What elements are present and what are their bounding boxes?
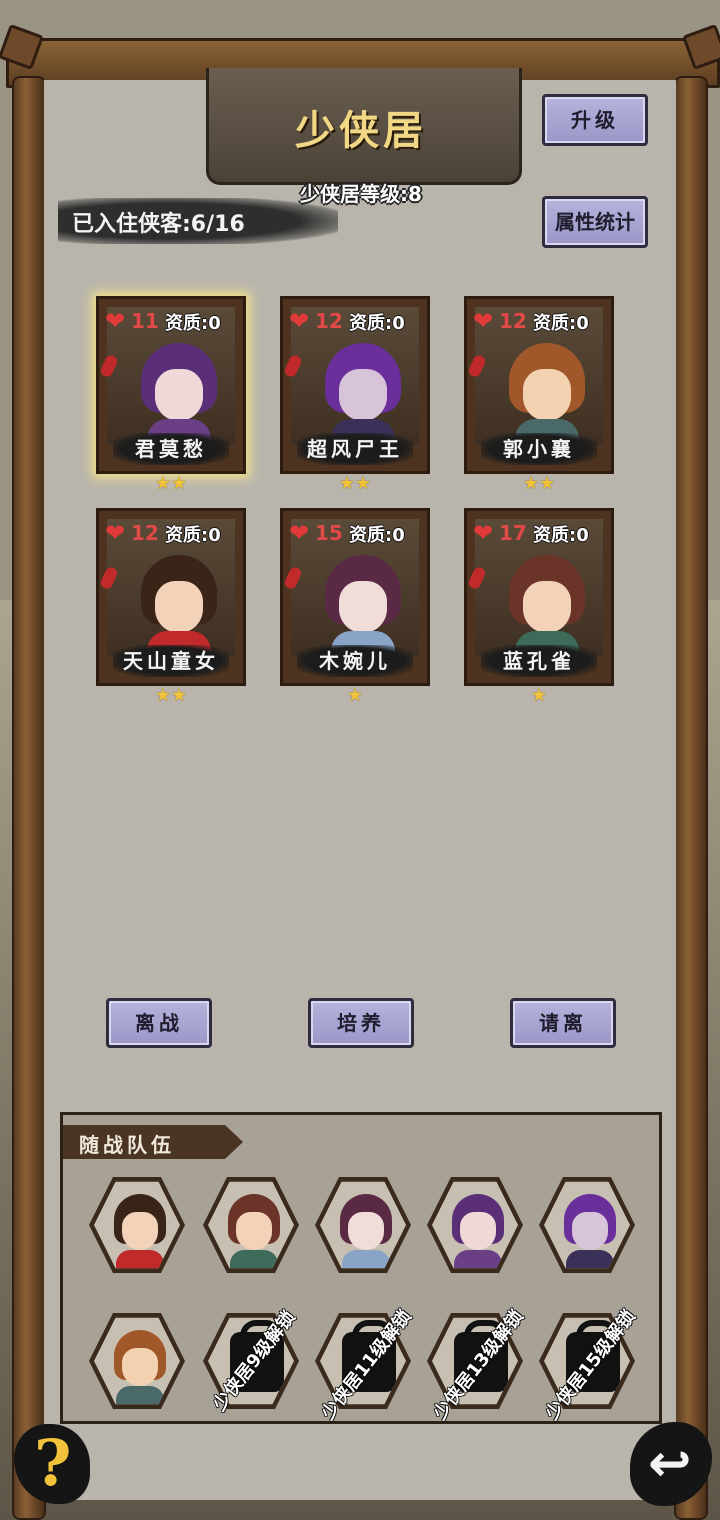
hero-aptitude: 资质:0 xyxy=(165,313,221,334)
hero-name: 郭小襄 xyxy=(503,437,575,461)
hero-name: 天山童女 xyxy=(123,649,219,673)
hero-hp: 12 xyxy=(131,521,159,545)
hero-name: 蓝孔雀 xyxy=(503,649,575,673)
hero-hp: 15 xyxy=(315,521,343,545)
hero-hp: 12 xyxy=(499,309,527,333)
hero-namebar: 超风尸王 xyxy=(297,433,413,465)
hero-face xyxy=(325,343,401,441)
hero-aptitude: 资质:0 xyxy=(165,525,221,546)
team-slot[interactable] xyxy=(89,1177,185,1273)
hero-face xyxy=(141,343,217,441)
heart-icon: ❤ xyxy=(473,519,494,547)
heart-icon: ❤ xyxy=(473,307,494,335)
hero-hp: 17 xyxy=(499,521,527,545)
heart-icon: ❤ xyxy=(105,307,126,335)
hero-namebar: 木婉儿 xyxy=(297,645,413,677)
team-panel: 随战队伍 少侠居9级解锁 少侠居11级解锁 少侠居13级解锁 少侠居15级解锁 xyxy=(60,1112,662,1424)
hero-aptitude: 资质:0 xyxy=(533,525,589,546)
hero-face xyxy=(141,555,217,653)
frame-post-left xyxy=(14,78,44,1518)
residents-count: 已入住侠客:6/16 xyxy=(72,212,245,237)
team-slot[interactable] xyxy=(427,1177,523,1273)
dismiss-button[interactable]: 请离 xyxy=(510,998,616,1048)
hero-aptitude: 资质:0 xyxy=(349,525,405,546)
hero-name: 君莫愁 xyxy=(135,437,207,461)
leave-battle-button[interactable]: 离战 xyxy=(106,998,212,1048)
hero-stars: ★★ xyxy=(154,473,188,494)
hero-stars: ★★ xyxy=(522,473,556,494)
team-slot[interactable] xyxy=(89,1313,185,1409)
hero-aptitude: 资质:0 xyxy=(349,313,405,334)
hero-hp: 12 xyxy=(315,309,343,333)
hero-stars: ★ xyxy=(346,685,364,706)
heart-icon: ❤ xyxy=(105,519,126,547)
hero-hp: 11 xyxy=(131,309,159,333)
train-button[interactable]: 培养 xyxy=(308,998,414,1048)
team-label: 随战队伍 xyxy=(79,1133,175,1157)
hero-name: 木婉儿 xyxy=(319,649,391,673)
heart-icon: ❤ xyxy=(289,307,310,335)
return-arrow-icon: ↩ xyxy=(648,1434,692,1494)
hero-card-guoxiaoxiang[interactable]: ❤ 12 资质:0 郭小襄 ★★ xyxy=(464,296,614,494)
stats-button[interactable]: 属性统计 xyxy=(542,196,648,248)
hero-namebar: 蓝孔雀 xyxy=(481,645,597,677)
hero-stars: ★ xyxy=(530,685,548,706)
hero-namebar: 郭小襄 xyxy=(481,433,597,465)
hero-card-junmochou[interactable]: ❤ 11 资质:0 君莫愁 ★★ xyxy=(96,296,246,494)
residents-banner: 已入住侠客:6/16 xyxy=(58,198,338,244)
frame-post-right xyxy=(676,78,706,1518)
hero-stars: ★★ xyxy=(338,473,372,494)
hero-namebar: 君莫愁 xyxy=(113,433,229,465)
team-slot[interactable] xyxy=(539,1177,635,1273)
help-button[interactable]: ? xyxy=(14,1418,94,1508)
hero-face xyxy=(325,555,401,653)
heart-icon: ❤ xyxy=(289,519,310,547)
hero-card-chaofeng[interactable]: ❤ 12 资质:0 超风尸王 ★★ xyxy=(280,296,430,494)
hero-face xyxy=(509,343,585,441)
team-slot[interactable] xyxy=(203,1177,299,1273)
hero-card-muwaner[interactable]: ❤ 15 资质:0 木婉儿 ★ xyxy=(280,508,430,706)
hero-name: 超风尸王 xyxy=(307,437,403,461)
team-label-tag: 随战队伍 xyxy=(63,1125,243,1159)
hero-card-lankongque[interactable]: ❤ 17 资质:0 蓝孔雀 ★ xyxy=(464,508,614,706)
hero-card-tianshantongnv[interactable]: ❤ 12 资质:0 天山童女 ★★ xyxy=(96,508,246,706)
hero-face xyxy=(509,555,585,653)
upgrade-button[interactable]: 升级 xyxy=(542,94,648,146)
back-button[interactable]: ↩ xyxy=(624,1418,714,1510)
question-icon: ? xyxy=(34,1426,72,1501)
page-title: 少侠居 xyxy=(295,107,427,154)
hero-stars: ★★ xyxy=(154,685,188,706)
hero-aptitude: 资质:0 xyxy=(533,313,589,334)
hero-namebar: 天山童女 xyxy=(113,645,229,677)
team-slot[interactable] xyxy=(315,1177,411,1273)
